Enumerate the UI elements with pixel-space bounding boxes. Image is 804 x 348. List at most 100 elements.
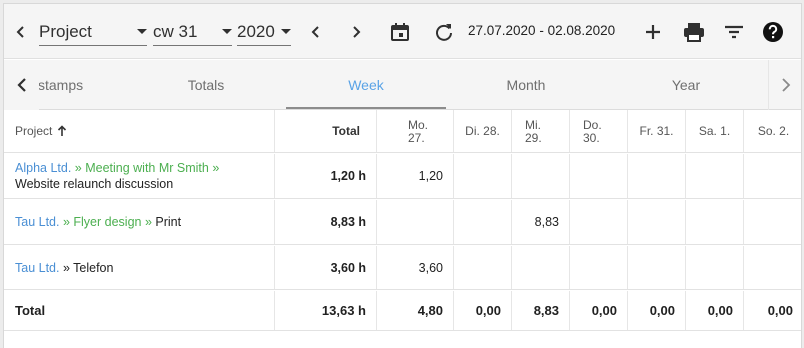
table-row: Tau Ltd. » Flyer design » Print 8,83 h 8…	[4, 200, 801, 245]
day-value	[570, 154, 628, 198]
day-total: 0,00	[454, 291, 512, 330]
refresh-icon[interactable]	[430, 18, 458, 46]
day-header-fr: Fr. 31.	[628, 110, 686, 152]
caret-down-icon	[137, 29, 147, 34]
day-header-line2: 29.	[525, 131, 542, 145]
day-value	[686, 200, 744, 244]
day-header-line1: So. 2.	[757, 123, 790, 138]
row-total: 8,83 h	[275, 200, 377, 244]
customer-link[interactable]: Alpha Ltd.	[15, 161, 71, 175]
day-value: 8,83	[512, 200, 570, 244]
project-column-header[interactable]: Project	[4, 110, 275, 152]
task-name: Print	[155, 215, 182, 229]
table-footer-row: Total 13,63 h 4,80 0,00 8,83 0,00 0,00 0…	[4, 291, 801, 331]
day-header-di: Di. 28.	[454, 110, 512, 152]
project-header-label: Project	[15, 124, 53, 138]
tab-stamps-label: stamps	[38, 77, 84, 93]
day-value	[744, 154, 801, 198]
year-select[interactable]: 2020	[237, 18, 291, 46]
path-separator: »	[141, 215, 156, 229]
tab-week-label: Week	[348, 77, 384, 93]
tab-totals-label: Totals	[187, 77, 225, 93]
tab-month[interactable]: Month	[446, 60, 606, 110]
day-value	[377, 200, 454, 244]
project-cell: Tau Ltd. » Flyer design » Print	[4, 200, 275, 244]
path-separator: »	[208, 161, 220, 175]
task-name: Website relaunch discussion	[15, 177, 174, 191]
date-range: 27.07.2020 - 02.08.2020	[468, 23, 616, 38]
day-total: 0,00	[628, 291, 686, 330]
project-cell: Tau Ltd. » Telefon	[4, 246, 275, 289]
customer-link[interactable]: Tau Ltd.	[15, 215, 59, 229]
back-chevron-icon[interactable]	[7, 18, 35, 46]
path-separator: »	[71, 161, 86, 175]
total-column-header: Total	[275, 110, 377, 152]
tab-year[interactable]: Year	[606, 60, 766, 110]
row-total: 1,20 h	[275, 154, 377, 198]
day-value	[628, 154, 686, 198]
day-value	[628, 200, 686, 244]
day-header-sa: Sa. 1.	[686, 110, 744, 152]
caret-down-icon	[281, 29, 291, 34]
project-link[interactable]: Flyer design	[73, 215, 141, 229]
day-header-line1: Fr. 31.	[639, 123, 674, 138]
day-header-line2: 27.	[408, 131, 425, 145]
caret-down-icon	[222, 29, 232, 34]
tabs-scroll-right-icon[interactable]	[768, 60, 801, 110]
filter-icon[interactable]	[720, 18, 748, 46]
customer-link[interactable]: Tau Ltd.	[15, 261, 59, 275]
tab-year-label: Year	[671, 77, 701, 93]
day-value	[744, 246, 801, 289]
day-total: 4,80	[377, 291, 454, 330]
day-total: 8,83	[512, 291, 570, 330]
day-total: 0,00	[570, 291, 628, 330]
day-value	[570, 200, 628, 244]
grand-total: 13,63 h	[275, 291, 377, 330]
week-select-value: cw 31	[153, 21, 198, 41]
table-header-row: Project Total Mo. 27. Di. 28. Mi. 29. Do. 3…	[4, 110, 801, 153]
tab-totals[interactable]: Totals	[126, 60, 286, 110]
previous-week-icon[interactable]	[302, 18, 330, 46]
active-tab-indicator	[286, 107, 446, 109]
view-tabs: stamps Totals Week Month Year	[4, 60, 801, 110]
day-value	[686, 246, 744, 289]
day-header-line1: Sa. 1.	[698, 123, 731, 138]
week-select[interactable]: cw 31	[153, 18, 232, 46]
tabs-scroll-left-icon[interactable]	[4, 60, 39, 110]
day-value	[512, 246, 570, 289]
project-cell: Alpha Ltd. » Meeting with Mr Smith » Web…	[4, 154, 275, 198]
print-icon[interactable]	[680, 18, 708, 46]
day-value	[628, 246, 686, 289]
day-header-do: Do. 30.	[570, 110, 628, 152]
tab-month-label: Month	[506, 77, 546, 93]
path-separator: »	[59, 260, 74, 275]
day-header-so: So. 2.	[744, 110, 801, 152]
day-header-mi: Mi. 29.	[512, 110, 570, 152]
day-value	[454, 200, 512, 244]
calendar-icon[interactable]	[386, 18, 414, 46]
day-value	[454, 154, 512, 198]
sort-ascending-icon	[58, 125, 67, 136]
add-icon[interactable]	[639, 18, 667, 46]
project-link[interactable]: Meeting with Mr Smith	[85, 161, 209, 175]
grouping-select-value: Project	[39, 21, 92, 41]
day-value	[744, 200, 801, 244]
next-week-icon[interactable]	[342, 18, 370, 46]
day-total: 0,00	[767, 303, 793, 318]
task-name: Telefon	[73, 260, 114, 275]
day-value	[454, 246, 512, 289]
table-row: Tau Ltd. » Telefon 3,60 h 3,60	[4, 246, 801, 290]
timesheet-panel: Project cw 31 2020 27.07.2020 - 02.08.20…	[3, 3, 802, 348]
path-separator: »	[59, 215, 74, 229]
day-value	[686, 154, 744, 198]
day-value: 3,60	[377, 246, 454, 289]
tab-stamps[interactable]: stamps	[38, 60, 94, 110]
day-total: 0,00	[686, 291, 744, 330]
day-value: 1,20	[377, 154, 454, 198]
tab-week[interactable]: Week	[286, 60, 446, 110]
footer-label: Total	[4, 291, 275, 330]
help-icon[interactable]	[759, 18, 787, 46]
table-row: Alpha Ltd. » Meeting with Mr Smith » Web…	[4, 154, 801, 199]
row-total: 3,60 h	[275, 246, 377, 289]
grouping-select[interactable]: Project	[39, 18, 147, 46]
